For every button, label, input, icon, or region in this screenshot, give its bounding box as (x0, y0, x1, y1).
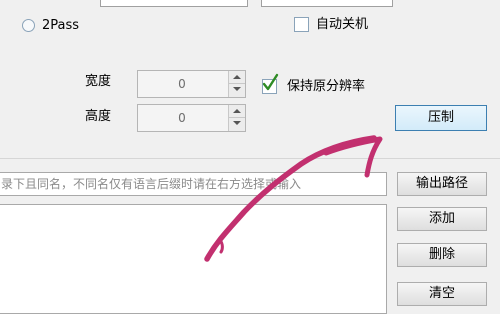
arrow-up-icon (233, 75, 241, 79)
keep-resolution-checkbox[interactable] (262, 73, 279, 94)
width-spinbox[interactable]: 0 (137, 70, 246, 98)
top-right-combobox[interactable] (261, 0, 393, 7)
height-spinbox[interactable]: 0 (137, 104, 246, 132)
height-increment-button[interactable] (229, 105, 245, 118)
twopass-label: 2Pass (42, 18, 80, 33)
add-button[interactable]: 添加 (397, 207, 487, 231)
subtitle-path-hint: 录下且同名，不同名仅有语言后缀时请在右方选择或输入 (1, 177, 302, 191)
height-decrement-button[interactable] (229, 118, 245, 131)
output-path-button[interactable]: 输出路径 (397, 172, 487, 196)
width-value: 0 (178, 77, 186, 91)
arrow-down-icon (233, 87, 241, 91)
checkmark-icon (262, 73, 279, 91)
keep-resolution-label: 保持原分辨率 (287, 79, 366, 94)
height-value: 0 (178, 111, 186, 125)
subtitle-path-input[interactable]: 录下且同名，不同名仅有语言后缀时请在右方选择或输入 (0, 172, 387, 196)
auto-shutdown-checkbox[interactable] (294, 17, 309, 32)
width-decrement-button[interactable] (229, 84, 245, 97)
top-left-combobox[interactable] (100, 0, 248, 7)
width-increment-button[interactable] (229, 71, 245, 84)
clear-button[interactable]: 清空 (397, 282, 487, 306)
auto-shutdown-label: 自动关机 (316, 17, 369, 32)
section-divider (0, 158, 500, 159)
delete-button[interactable]: 删除 (397, 243, 487, 267)
arrow-down-icon (233, 121, 241, 125)
arrow-up-icon (233, 109, 241, 113)
height-label: 高度 (85, 109, 112, 124)
width-label: 宽度 (85, 74, 112, 89)
file-list[interactable] (0, 204, 387, 314)
compress-button[interactable]: 压制 (395, 105, 487, 131)
twopass-radio[interactable] (22, 19, 35, 32)
